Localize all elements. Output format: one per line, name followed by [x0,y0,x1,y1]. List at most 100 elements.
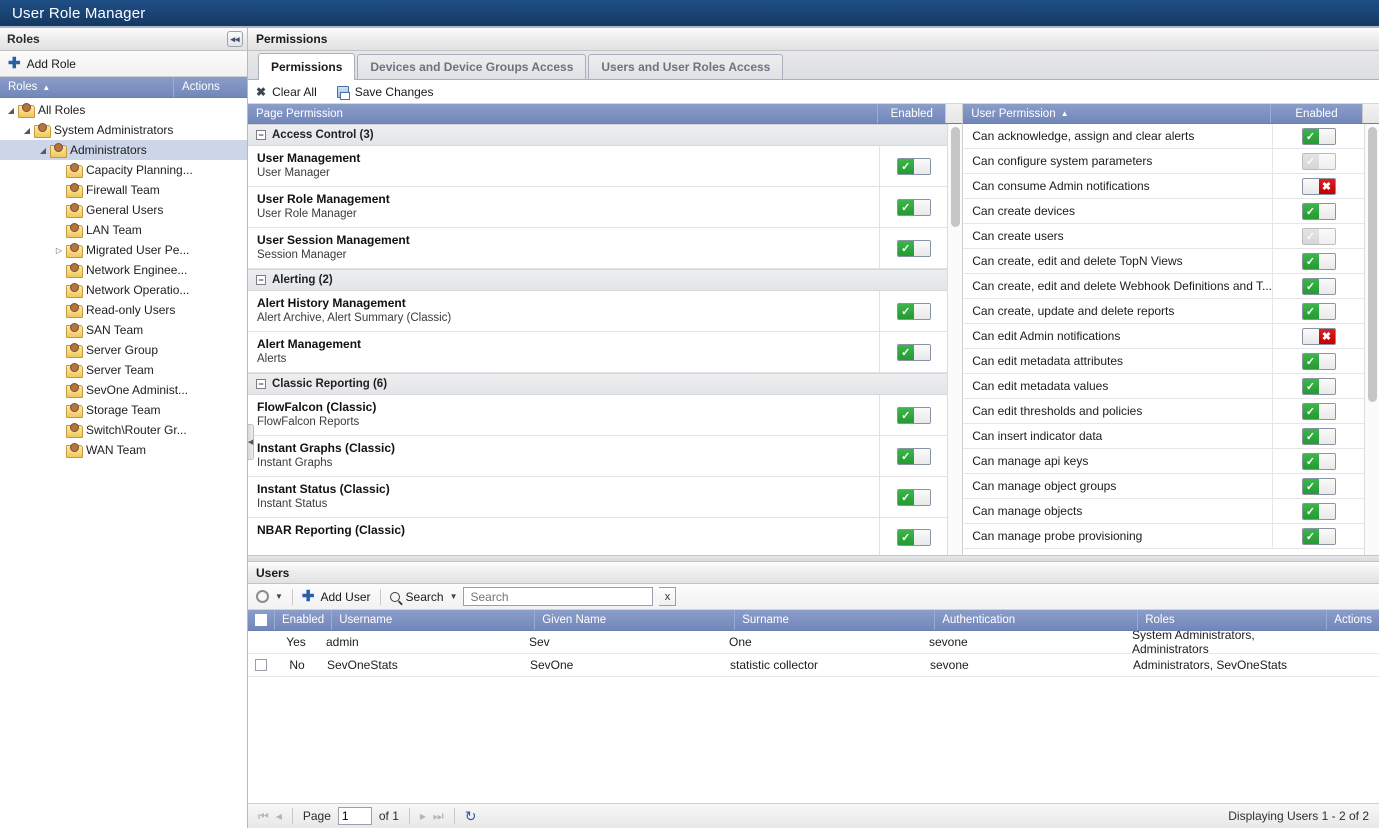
user-grid-scrollbar[interactable] [1364,124,1379,555]
group-collapse-icon[interactable]: − [256,130,266,140]
enabled-toggle-on[interactable]: ✓ [1301,477,1336,495]
user-grid-scroll-thumb[interactable] [1368,127,1377,402]
tree-item-system-administrators[interactable]: ◢ System Administrators [0,120,247,140]
user-permission-row[interactable]: Can create, update and delete reports ✓ [963,299,1364,324]
username-column-header[interactable]: Username [331,610,534,630]
row-actions-cell[interactable] [1331,631,1379,653]
enabled-toggle-on[interactable]: ✓ [896,302,931,320]
tree-item-read-only-users[interactable]: Read-only Users [0,300,247,320]
last-page-icon[interactable]: ⏭ [433,809,444,824]
first-page-icon[interactable]: ⏮ [258,809,269,824]
next-page-icon[interactable]: ▸ [420,809,426,823]
enabled-toggle-on[interactable]: ✓ [896,528,931,546]
tab-users-and-user-roles-access[interactable]: Users and User Roles Access [588,54,784,79]
group-collapse-icon[interactable]: − [256,379,266,389]
horizontal-splitter[interactable] [248,555,1379,562]
tree-item-san-team[interactable]: SAN Team [0,320,247,340]
tree-item-network-enginee[interactable]: Network Enginee... [0,260,247,280]
user-permission-row[interactable]: Can edit thresholds and policies ✓ [963,399,1364,424]
prev-page-icon[interactable]: ◂ [276,809,282,823]
roles-tree[interactable]: ◢ All Roles ◢ System Administrators ◢ Adminis… [0,98,247,828]
user-permission-row[interactable]: Can edit metadata values ✓ [963,374,1364,399]
page-permission-row[interactable]: Alert Management Alerts ✓ [248,332,948,373]
group-collapse-icon[interactable]: − [256,275,266,285]
table-row[interactable]: Yes admin Sev One sevone System Administrator… [248,631,1379,656]
page-permission-row[interactable]: FlowFalcon (Classic) FlowFalcon Reports ✓ [248,395,948,436]
table-row[interactable]: No SevOneStats SevOne statistic collector se… [248,654,1379,677]
chevron-down-icon[interactable]: ▼ [275,592,283,601]
authentication-column-header[interactable]: Authentication [934,610,1137,630]
gear-icon[interactable] [256,590,269,603]
user-permission-row[interactable]: Can create devices ✓ [963,199,1364,224]
row-actions-cell[interactable] [1331,654,1379,676]
tree-item-all-roles[interactable]: ◢ All Roles [0,100,247,120]
enabled-toggle-on[interactable]: ✓ [1301,402,1336,420]
save-changes-button[interactable]: Save Changes [355,85,434,99]
permission-group-header[interactable]: − Classic Reporting (6) [248,373,948,395]
search-menu-button[interactable]: Search [406,590,444,604]
enabled-toggle-on[interactable]: ✓ [896,157,931,175]
collapse-node-icon[interactable]: ◢ [4,106,18,115]
enabled-toggle-on[interactable]: ✓ [896,447,931,465]
vertical-splitter-handle[interactable]: ◀ [248,424,254,460]
user-permission-row[interactable]: Can create, edit and delete TopN Views ✓ [963,249,1364,274]
tree-item-switch-router-gr[interactable]: Switch\Router Gr... [0,420,247,440]
page-permission-row[interactable]: User Session Management Session Manager ✓ [248,228,948,269]
tree-item-administrators[interactable]: ◢ Administrators [0,140,247,160]
expand-node-icon[interactable]: ▷ [52,246,66,255]
tree-item-storage-team[interactable]: Storage Team [0,400,247,420]
tree-item-server-group[interactable]: Server Group [0,340,247,360]
tree-item-capacity-planning[interactable]: Capacity Planning... [0,160,247,180]
user-permission-row[interactable]: Can edit Admin notifications ✖ [963,324,1364,349]
tree-item-sevone-administ[interactable]: SevOne Administ... [0,380,247,400]
tree-item-lan-team[interactable]: LAN Team [0,220,247,240]
enabled-toggle-on[interactable]: ✓ [1301,502,1336,520]
tree-item-general-users[interactable]: General Users [0,200,247,220]
page-permission-row[interactable]: Alert History Management Alert Archive, A… [248,291,948,332]
add-role-button[interactable]: Add Role [27,57,76,71]
refresh-icon[interactable]: ↻ [465,808,477,825]
page-permission-row[interactable]: Instant Graphs (Classic) Instant Graphs ✓ [248,436,948,477]
user-permission-row[interactable]: Can insert indicator data ✓ [963,424,1364,449]
enabled-toggle-on[interactable]: ✓ [1301,452,1336,470]
tab-permissions[interactable]: Permissions [258,53,356,80]
tree-item-network-operatio[interactable]: Network Operatio... [0,280,247,300]
search-input-wrap[interactable] [463,587,654,606]
given-name-column-header[interactable]: Given Name [534,610,734,630]
enabled-toggle-on[interactable]: ✓ [1301,527,1336,545]
enabled-toggle-on[interactable]: ✓ [1301,377,1336,395]
tree-item-firewall-team[interactable]: Firewall Team [0,180,247,200]
select-all-header[interactable] [248,610,274,630]
row-select-cell[interactable] [248,654,274,676]
tree-item-server-team[interactable]: Server Team [0,360,247,380]
page-permission-row[interactable]: User Management User Manager ✓ [248,146,948,187]
page-permission-column-header[interactable]: Page Permission [248,104,877,123]
user-permission-row[interactable]: Can create, edit and delete Webhook Defi… [963,274,1364,299]
roles-column-header[interactable]: Roles [1137,610,1326,630]
user-enabled-column-header[interactable]: Enabled [1270,104,1362,123]
select-all-checkbox[interactable] [255,614,267,626]
collapse-node-icon[interactable]: ◢ [36,146,50,155]
page-permission-row[interactable]: User Role Management User Role Manager ✓ [248,187,948,228]
enabled-toggle-on[interactable]: ✓ [896,488,931,506]
add-user-button[interactable]: Add User [321,590,371,604]
page-permission-row[interactable]: NBAR Reporting (Classic) ✓ [248,518,947,555]
enabled-toggle-on[interactable]: ✓ [896,198,931,216]
enabled-toggle-off[interactable]: ✖ [1301,327,1336,345]
user-permission-row[interactable]: Can manage objects ✓ [963,499,1364,524]
page-enabled-column-header[interactable]: Enabled [877,104,945,123]
surname-column-header[interactable]: Surname [734,610,934,630]
enabled-column-header[interactable]: Enabled [274,610,331,630]
collapse-node-icon[interactable]: ◢ [20,126,34,135]
search-input[interactable] [468,588,653,605]
enabled-toggle-off[interactable]: ✖ [1301,177,1336,195]
page-grid-scroll-thumb[interactable] [951,127,961,227]
user-permission-row[interactable]: Can manage object groups ✓ [963,474,1364,499]
enabled-toggle-on[interactable]: ✓ [896,406,931,424]
enabled-toggle-on[interactable]: ✓ [1301,127,1336,145]
page-number-input[interactable] [337,807,372,825]
enabled-toggle-on[interactable]: ✓ [1301,202,1336,220]
search-clear-button[interactable]: x [659,587,677,606]
user-permission-row[interactable]: Can acknowledge, assign and clear alerts… [963,124,1364,149]
tab-devices-and-device-groups-access[interactable]: Devices and Device Groups Access [357,54,587,79]
